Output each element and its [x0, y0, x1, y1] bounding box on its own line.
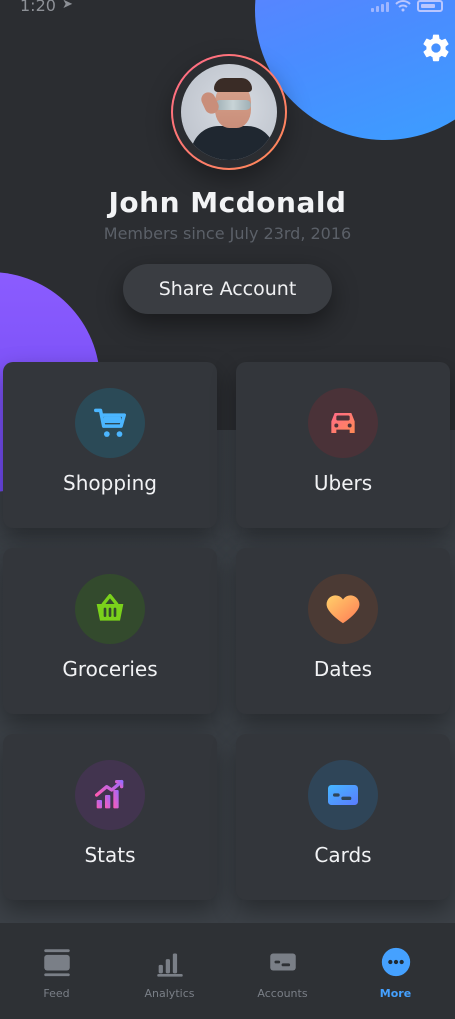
tile-groceries[interactable]: Groceries	[3, 548, 217, 714]
accounts-icon	[269, 953, 296, 971]
tile-label: Shopping	[63, 471, 157, 495]
tab-analytics[interactable]: Analytics	[113, 923, 226, 1019]
tile-label: Cards	[314, 843, 372, 867]
battery-icon	[417, 0, 443, 12]
tab-label: More	[379, 987, 412, 1000]
tile-label: Dates	[313, 657, 373, 681]
tile-label: Stats	[84, 843, 136, 867]
cart-icon	[94, 408, 126, 437]
gear-icon[interactable]	[420, 32, 452, 64]
groceries-icon-circle	[75, 574, 145, 644]
tab-label: Analytics	[144, 987, 195, 1000]
analytics-icon	[156, 953, 183, 977]
tab-bar: Feed Analytics Accounts More	[0, 923, 455, 1019]
shopping-icon-circle	[75, 388, 145, 458]
avatar[interactable]	[171, 54, 287, 170]
basket-icon	[96, 594, 124, 621]
dates-icon-circle	[308, 574, 378, 644]
profile-name: John Mcdonald	[108, 186, 347, 219]
tile-label: Groceries	[62, 657, 158, 681]
heart-icon	[326, 595, 360, 624]
tile-stats[interactable]: Stats	[3, 734, 217, 900]
profile-photo	[181, 64, 277, 160]
wifi-icon	[395, 0, 411, 12]
tile-ubers[interactable]: Ubers	[236, 362, 450, 528]
location-arrow-icon: ➤	[62, 0, 73, 12]
tab-more[interactable]: More	[339, 923, 452, 1019]
ubers-icon-circle	[308, 388, 378, 458]
tile-label: Ubers	[313, 471, 373, 495]
more-screen: 1:20 ➤ John Mcdonald Members since July …	[0, 0, 455, 1019]
status-bar: 1:20 ➤	[0, 0, 455, 18]
tile-cards[interactable]: Cards	[236, 734, 450, 900]
feed-icon	[43, 949, 70, 977]
cards-icon-circle	[308, 760, 378, 830]
bar-chart-icon	[95, 780, 124, 809]
tab-label: Accounts	[257, 987, 308, 1000]
stats-icon-circle	[75, 760, 145, 830]
status-time: 1:20	[20, 0, 56, 15]
tab-label: Feed	[43, 987, 70, 1000]
tile-dates[interactable]: Dates	[236, 548, 450, 714]
car-icon	[331, 413, 355, 433]
signal-icon	[371, 0, 389, 12]
tile-shopping[interactable]: Shopping	[3, 362, 217, 528]
tab-feed[interactable]: Feed	[0, 923, 113, 1019]
card-icon	[328, 785, 358, 805]
more-icon	[381, 947, 410, 977]
member-since: Members since July 23rd, 2016	[103, 224, 352, 243]
status-icons	[371, 0, 443, 12]
tab-accounts[interactable]: Accounts	[226, 923, 339, 1019]
share-account-button[interactable]: Share Account	[123, 264, 332, 314]
